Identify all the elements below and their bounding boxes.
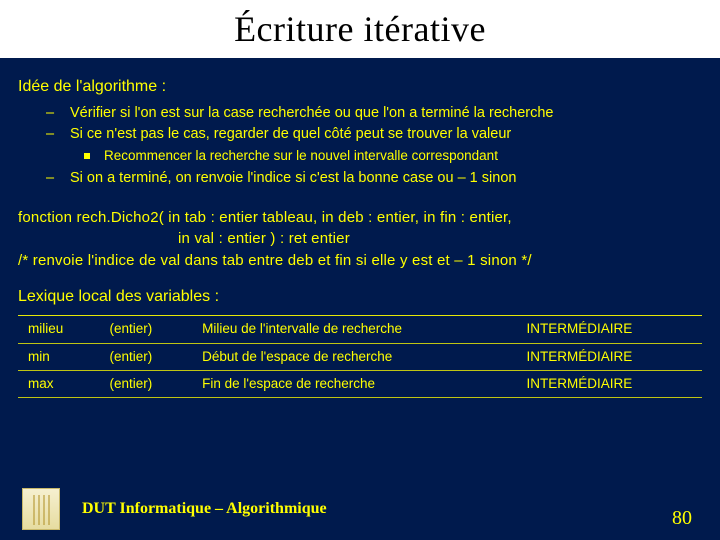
lexique-heading: Lexique local des variables : (18, 286, 702, 308)
dash-icon: – (46, 104, 56, 124)
list-item: – Vérifier si l'on est sur la case reche… (46, 104, 702, 124)
function-signature: fonction rech.Dicho2( in tab : entier ta… (18, 207, 702, 272)
bullet-text: Si on a terminé, on renvoie l'indice si … (70, 169, 516, 189)
signature-line: fonction rech.Dicho2( in tab : entier ta… (18, 207, 702, 229)
dash-icon: – (46, 169, 56, 189)
footer: DUT Informatique – Algorithmique 80 (0, 488, 720, 530)
signature-comment: /* renvoie l'indice de val dans tab entr… (18, 250, 702, 272)
list-item: – Si ce n'est pas le cas, regarder de qu… (46, 125, 702, 145)
footer-text: DUT Informatique – Algorithmique (82, 500, 327, 518)
bullet-text: Vérifier si l'on est sur la case recherc… (70, 104, 553, 124)
logo-icon (22, 488, 60, 530)
var-desc: Fin de l'espace de recherche (192, 370, 516, 397)
table-row: milieu (entier) Milieu de l'intervalle d… (18, 316, 702, 343)
page-number: 80 (672, 507, 692, 530)
slide-body: Idée de l'algorithme : – Vérifier si l'o… (0, 64, 720, 398)
var-name: min (18, 343, 100, 370)
var-role: INTERMÉDIAIRE (516, 370, 702, 397)
table-row: min (entier) Début de l'espace de recher… (18, 343, 702, 370)
var-type: (entier) (100, 316, 193, 343)
var-type: (entier) (100, 370, 193, 397)
list-item: – Si on a terminé, on renvoie l'indice s… (46, 169, 702, 189)
title-bar: Écriture itérative (0, 0, 720, 64)
bullet-text: Si ce n'est pas le cas, regarder de quel… (70, 125, 511, 145)
var-type: (entier) (100, 343, 193, 370)
signature-line: in val : entier ) : ret entier (18, 228, 702, 250)
var-desc: Début de l'espace de recherche (192, 343, 516, 370)
intro-text: Idée de l'algorithme : (18, 76, 702, 98)
var-role: INTERMÉDIAIRE (516, 316, 702, 343)
var-name: milieu (18, 316, 100, 343)
var-name: max (18, 370, 100, 397)
sub-list-item: Recommencer la recherche sur le nouvel i… (46, 147, 702, 165)
variables-table: milieu (entier) Milieu de l'intervalle d… (18, 315, 702, 398)
sub-bullet-text: Recommencer la recherche sur le nouvel i… (104, 147, 498, 165)
var-role: INTERMÉDIAIRE (516, 343, 702, 370)
dash-icon: – (46, 125, 56, 145)
slide-title: Écriture itérative (234, 8, 486, 50)
square-bullet-icon (84, 153, 90, 159)
var-desc: Milieu de l'intervalle de recherche (192, 316, 516, 343)
bullet-list: – Vérifier si l'on est sur la case reche… (18, 104, 702, 189)
table-row: max (entier) Fin de l'espace de recherch… (18, 370, 702, 397)
